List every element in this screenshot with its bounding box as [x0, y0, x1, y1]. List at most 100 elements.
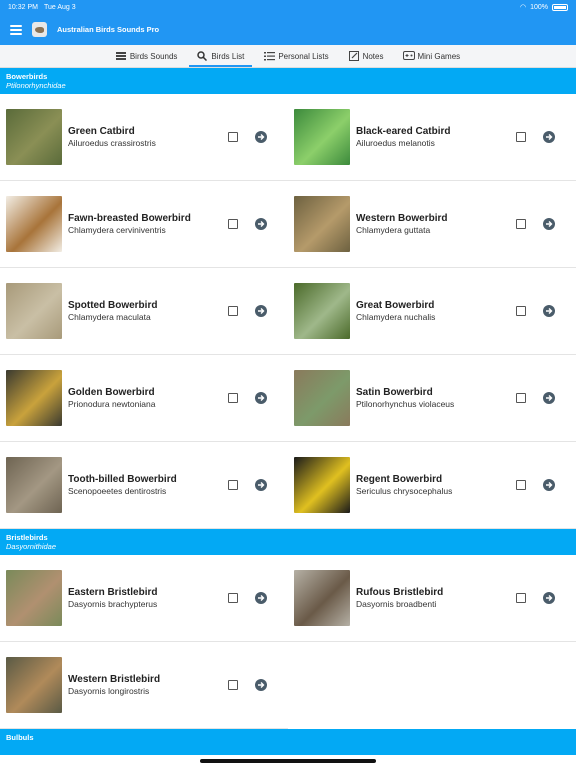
arrow-right-circle-icon[interactable]	[255, 305, 267, 317]
bird-names: Satin Bowerbird Ptilonorhynchus violaceus	[356, 387, 514, 410]
bird-list-item[interactable]: Golden Bowerbird Prionodura newtoniana	[0, 355, 288, 442]
section-title: Bristlebirds	[6, 533, 48, 542]
bird-names: Golden Bowerbird Prionodura newtoniana	[68, 387, 226, 410]
bird-scientific-name: Chlamydera guttata	[356, 224, 431, 235]
tab-birds-sounds[interactable]: Birds Sounds	[106, 45, 188, 67]
bird-common-name: Rufous Bristlebird	[356, 586, 444, 598]
arrow-right-circle-icon[interactable]	[543, 305, 555, 317]
arrow-right-circle-icon[interactable]	[255, 392, 267, 404]
bird-list-item[interactable]: Green Catbird Ailuroedus crassirostris	[0, 94, 288, 181]
bird-list-item[interactable]: Fawn-breasted Bowerbird Chlamydera cervin…	[0, 181, 288, 268]
bird-names: Western Bowerbird Chlamydera guttata	[356, 213, 514, 236]
bird-photo[interactable]	[6, 457, 62, 513]
checkbox-icon[interactable]	[516, 306, 526, 316]
arrow-right-circle-icon[interactable]	[543, 479, 555, 491]
bird-common-name: Green Catbird	[68, 125, 135, 137]
arrow-right-circle-icon[interactable]	[255, 218, 267, 230]
arrow-right-circle-icon[interactable]	[543, 392, 555, 404]
arrow-right-circle-icon[interactable]	[255, 479, 267, 491]
checkbox-icon[interactable]	[228, 132, 238, 142]
bird-list[interactable]: Bowerbirds Ptilonorhynchidae Green Catbird…	[0, 68, 576, 755]
menu-icon[interactable]	[10, 24, 22, 35]
checkbox-icon[interactable]	[228, 480, 238, 490]
tab-notes[interactable]: Notes	[339, 45, 394, 67]
home-indicator	[200, 759, 376, 763]
bird-scientific-name: Prionodura newtoniana	[68, 398, 156, 409]
checklist-icon	[264, 51, 276, 61]
bird-scientific-name: Chlamydera nuchalis	[356, 311, 436, 322]
bird-photo[interactable]	[294, 283, 350, 339]
arrow-right-circle-icon[interactable]	[255, 592, 267, 604]
checkbox-icon[interactable]	[516, 132, 526, 142]
bird-list-item[interactable]: Satin Bowerbird Ptilonorhynchus violaceus	[288, 355, 576, 442]
section-title: Bulbuls	[6, 733, 34, 742]
checkbox-icon[interactable]	[228, 393, 238, 403]
wifi-icon: ◠	[519, 4, 527, 11]
bird-list-item[interactable]: Spotted Bowerbird Chlamydera maculata	[0, 268, 288, 355]
checkbox-icon[interactable]	[516, 219, 526, 229]
bird-scientific-name: Chlamydera maculata	[68, 311, 151, 322]
bird-common-name: Western Bowerbird	[356, 212, 448, 224]
arrow-right-circle-icon[interactable]	[543, 592, 555, 604]
bird-list-item[interactable]: Western Bristlebird Dasyornis longirostri…	[0, 642, 288, 729]
bird-list-item[interactable]: Eastern Bristlebird Dasyornis brachypteru…	[0, 555, 288, 642]
tab-label: Personal Lists	[278, 51, 329, 61]
bird-list-item[interactable]: Black-eared Catbird Ailuroedus melanotis	[288, 94, 576, 181]
checkbox-icon[interactable]	[516, 593, 526, 603]
bird-photo[interactable]	[6, 370, 62, 426]
tab-label: Birds List	[211, 51, 245, 61]
bird-photo[interactable]	[294, 109, 350, 165]
arrow-right-circle-icon[interactable]	[255, 131, 267, 143]
bird-photo[interactable]	[6, 657, 62, 713]
section-family: Ptilonorhynchidae	[6, 81, 66, 90]
bird-photo[interactable]	[6, 570, 62, 626]
bird-scientific-name: Dasyornis broadbenti	[356, 598, 437, 609]
bird-names: Eastern Bristlebird Dasyornis brachypteru…	[68, 587, 226, 610]
status-bar: 10:32 PM Tue Aug 3 ◠ 100%	[0, 0, 576, 14]
arrow-right-circle-icon[interactable]	[255, 679, 267, 691]
checkbox-icon[interactable]	[228, 306, 238, 316]
bird-common-name: Regent Bowerbird	[356, 473, 443, 485]
arrow-right-circle-icon[interactable]	[543, 131, 555, 143]
bird-list-item[interactable]: Tooth-billed Bowerbird Scenopoeetes denti…	[0, 442, 288, 529]
bird-photo[interactable]	[294, 570, 350, 626]
bird-common-name: Spotted Bowerbird	[68, 299, 158, 311]
bird-common-name: Fawn-breasted Bowerbird	[68, 212, 191, 224]
bird-names: Rufous Bristlebird Dasyornis broadbenti	[356, 587, 514, 610]
bird-photo[interactable]	[294, 370, 350, 426]
search-icon	[197, 51, 208, 62]
bird-list-item[interactable]: Western Bowerbird Chlamydera guttata	[288, 181, 576, 268]
bird-photo[interactable]	[6, 196, 62, 252]
bird-common-name: Eastern Bristlebird	[68, 586, 158, 598]
bird-names: Green Catbird Ailuroedus crassirostris	[68, 126, 226, 149]
tab-birds-list[interactable]: Birds List	[187, 45, 254, 67]
checkbox-icon[interactable]	[228, 219, 238, 229]
battery-percent: 100%	[530, 3, 548, 11]
notes-icon	[348, 51, 359, 61]
bird-list-item[interactable]: Great Bowerbird Chlamydera nuchalis	[288, 268, 576, 355]
bird-list-item[interactable]: Regent Bowerbird Sericulus chrysocephalus	[288, 442, 576, 529]
bird-common-name: Golden Bowerbird	[68, 386, 155, 398]
checkbox-icon[interactable]	[516, 393, 526, 403]
bird-list-item[interactable]: Rufous Bristlebird Dasyornis broadbenti	[288, 555, 576, 642]
bird-photo[interactable]	[6, 283, 62, 339]
bird-photo[interactable]	[294, 196, 350, 252]
arrow-right-circle-icon[interactable]	[543, 218, 555, 230]
checkbox-icon[interactable]	[228, 593, 238, 603]
checkbox-icon[interactable]	[228, 680, 238, 690]
bird-names: Black-eared Catbird Ailuroedus melanotis	[356, 126, 514, 149]
tab-personal-lists[interactable]: Personal Lists	[254, 45, 338, 67]
bird-photo[interactable]	[294, 457, 350, 513]
section-family: Dasyornithidae	[6, 542, 57, 551]
bird-common-name: Black-eared Catbird	[356, 125, 451, 137]
bird-photo[interactable]	[6, 109, 62, 165]
bird-scientific-name: Dasyornis longirostris	[68, 685, 150, 696]
bird-names: Great Bowerbird Chlamydera nuchalis	[356, 300, 514, 323]
status-day: Tue Aug 3	[43, 3, 76, 11]
checkbox-icon[interactable]	[516, 480, 526, 490]
bird-scientific-name: Scenopoeetes dentirostris	[68, 485, 167, 496]
tab-mini-games[interactable]: Mini Games	[393, 45, 470, 67]
bird-scientific-name: Ptilonorhynchus violaceus	[356, 398, 455, 409]
bird-grid: Eastern Bristlebird Dasyornis brachypteru…	[0, 555, 576, 729]
bird-scientific-name: Dasyornis brachypterus	[68, 598, 158, 609]
